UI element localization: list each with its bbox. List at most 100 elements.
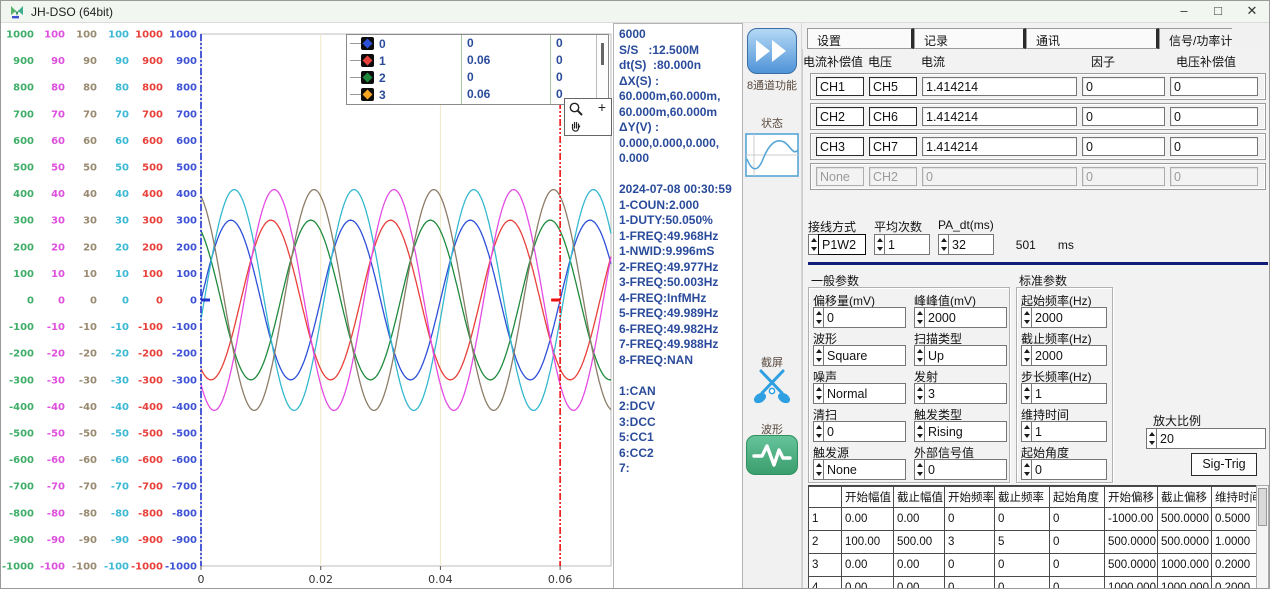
minimize-button[interactable]: –	[1167, 1, 1201, 23]
spinner-arrows[interactable]	[914, 307, 924, 328]
param-spinner[interactable]: Up	[914, 345, 1007, 366]
maximize-button[interactable]: □	[1201, 1, 1235, 23]
sig-trig-button[interactable]: Sig-Trig	[1191, 453, 1257, 476]
sweep-cell[interactable]: 1000.000	[1158, 554, 1212, 577]
param-spinner[interactable]: 0	[1021, 459, 1107, 480]
current-channel-select[interactable]: CH2	[869, 167, 917, 186]
waveform-generator-button[interactable]	[746, 435, 798, 475]
sweep-cell[interactable]: 500.0000	[1105, 554, 1158, 577]
factor-input[interactable]: 1.414214	[922, 77, 1077, 96]
sweep-cell[interactable]: 0.5000	[1212, 508, 1257, 531]
param-spinner[interactable]: Square	[813, 345, 906, 366]
zoom-plus-icon[interactable]: +	[598, 99, 606, 115]
sweep-cell[interactable]: 0	[995, 577, 1050, 589]
spinner-arrows[interactable]	[914, 345, 924, 366]
sweep-cell[interactable]: 0	[995, 554, 1050, 577]
param-spinner[interactable]: Rising	[914, 421, 1007, 442]
sweep-table-scrollbar[interactable]	[1256, 485, 1269, 589]
legend-scrollbar[interactable]	[596, 35, 608, 104]
close-button[interactable]: ✕	[1235, 1, 1269, 23]
spinner-arrows[interactable]	[808, 234, 818, 255]
factor-input[interactable]: 1.414214	[922, 137, 1077, 156]
tab[interactable]: 设置	[807, 28, 914, 49]
param-spinner[interactable]: None	[813, 459, 906, 480]
spinner-arrows[interactable]	[1021, 421, 1031, 442]
sweep-cell[interactable]: 0.00	[842, 508, 894, 531]
factor-input[interactable]: 0	[922, 167, 1077, 186]
spinner-arrows[interactable]	[813, 307, 823, 328]
sweep-cell[interactable]: 500.0000	[1158, 508, 1212, 531]
sweep-cell[interactable]: 1000.000	[1105, 577, 1158, 589]
wiring-spinner[interactable]: P1W2	[808, 234, 866, 255]
sweep-cell[interactable]: 0.2000	[1212, 554, 1257, 577]
voltage-comp-input[interactable]: 0	[1082, 167, 1165, 186]
voltage-channel-select[interactable]: CH2	[816, 107, 864, 126]
current-comp-input[interactable]: 0	[1170, 77, 1258, 96]
sweep-cell[interactable]: 500.0000	[1105, 531, 1158, 554]
voltage-comp-input[interactable]: 0	[1082, 77, 1165, 96]
legend-row[interactable]: 1 0.06 0	[347, 52, 608, 69]
sweep-cell[interactable]: 5	[995, 531, 1050, 554]
spinner-arrows[interactable]	[813, 459, 823, 480]
spinner-arrows[interactable]	[1021, 307, 1031, 328]
param-spinner[interactable]: 0	[813, 307, 906, 328]
legend-scrollbar-thumb[interactable]	[601, 43, 604, 65]
spinner-arrows[interactable]	[813, 383, 823, 404]
spinner-arrows[interactable]	[914, 421, 924, 442]
spinner-arrows[interactable]	[874, 234, 884, 255]
sweep-cell[interactable]: 0	[945, 508, 995, 531]
sweep-cell[interactable]: 0	[945, 577, 995, 589]
sweep-cell[interactable]: 1000.000	[1158, 577, 1212, 589]
factor-input[interactable]: 1.414214	[922, 107, 1077, 126]
sweep-cell[interactable]: 500.00	[894, 531, 945, 554]
spinner-arrows[interactable]	[914, 459, 924, 480]
sweep-cell[interactable]: 0	[995, 508, 1050, 531]
sweep-cell[interactable]: 1.0000	[1212, 531, 1257, 554]
sweep-cell[interactable]: 0	[1050, 577, 1105, 589]
legend-row[interactable]: 2 0 0	[347, 69, 608, 86]
sweep-cell[interactable]: 0	[945, 554, 995, 577]
param-spinner[interactable]: 2000	[914, 307, 1007, 328]
param-spinner[interactable]: 3	[914, 383, 1007, 404]
sweep-cell[interactable]: 0.00	[894, 554, 945, 577]
zoom-tool-icon[interactable]	[568, 101, 584, 117]
zoom-ratio-spinner[interactable]: 20	[1146, 428, 1266, 449]
sweep-cell[interactable]: 0.00	[842, 554, 894, 577]
param-spinner[interactable]: 0	[914, 459, 1007, 480]
param-spinner[interactable]: 2000	[1021, 345, 1107, 366]
voltage-comp-input[interactable]: 0	[1082, 107, 1165, 126]
waveform-canvas[interactable]: 00.020.040.06100090080070060050040030020…	[1, 23, 613, 589]
spinner-arrows[interactable]	[1021, 459, 1031, 480]
sweep-cell[interactable]: 100.00	[842, 531, 894, 554]
legend-row[interactable]: 0 0 0	[347, 35, 608, 52]
current-channel-select[interactable]: CH5	[869, 77, 917, 96]
sweep-cell[interactable]: 0	[1050, 508, 1105, 531]
current-comp-input[interactable]: 0	[1170, 137, 1258, 156]
current-comp-input[interactable]: 0	[1170, 167, 1258, 186]
wiring-spinner[interactable]: 32	[938, 234, 994, 255]
tab[interactable]: 信号/功率计	[1159, 28, 1232, 49]
param-spinner[interactable]: 0	[813, 421, 906, 442]
wiring-spinner[interactable]: 1	[874, 234, 930, 255]
spinner-arrows[interactable]	[813, 421, 823, 442]
sweep-cell[interactable]: 0.00	[894, 508, 945, 531]
spinner-arrows[interactable]	[1146, 428, 1156, 449]
sweep-cell[interactable]: 0	[1050, 554, 1105, 577]
voltage-comp-input[interactable]: 0	[1082, 137, 1165, 156]
spinner-arrows[interactable]	[1021, 345, 1031, 366]
tab[interactable]: 记录	[914, 28, 1026, 49]
spinner-arrows[interactable]	[1021, 383, 1031, 404]
spinner-arrows[interactable]	[813, 345, 823, 366]
sweep-cell[interactable]: 0.00	[894, 577, 945, 589]
voltage-channel-select[interactable]: None	[816, 167, 864, 186]
run-fast-forward-button[interactable]	[747, 28, 797, 74]
current-comp-input[interactable]: 0	[1170, 107, 1258, 126]
param-spinner[interactable]: 1	[1021, 421, 1107, 442]
param-spinner[interactable]: Normal	[813, 383, 906, 404]
sweep-cell[interactable]: 0.00	[842, 577, 894, 589]
current-channel-select[interactable]: CH7	[869, 137, 917, 156]
pan-hand-icon[interactable]	[569, 119, 583, 133]
param-spinner[interactable]: 1	[1021, 383, 1107, 404]
spinner-arrows[interactable]	[914, 383, 924, 404]
spinner-arrows[interactable]	[938, 234, 948, 255]
